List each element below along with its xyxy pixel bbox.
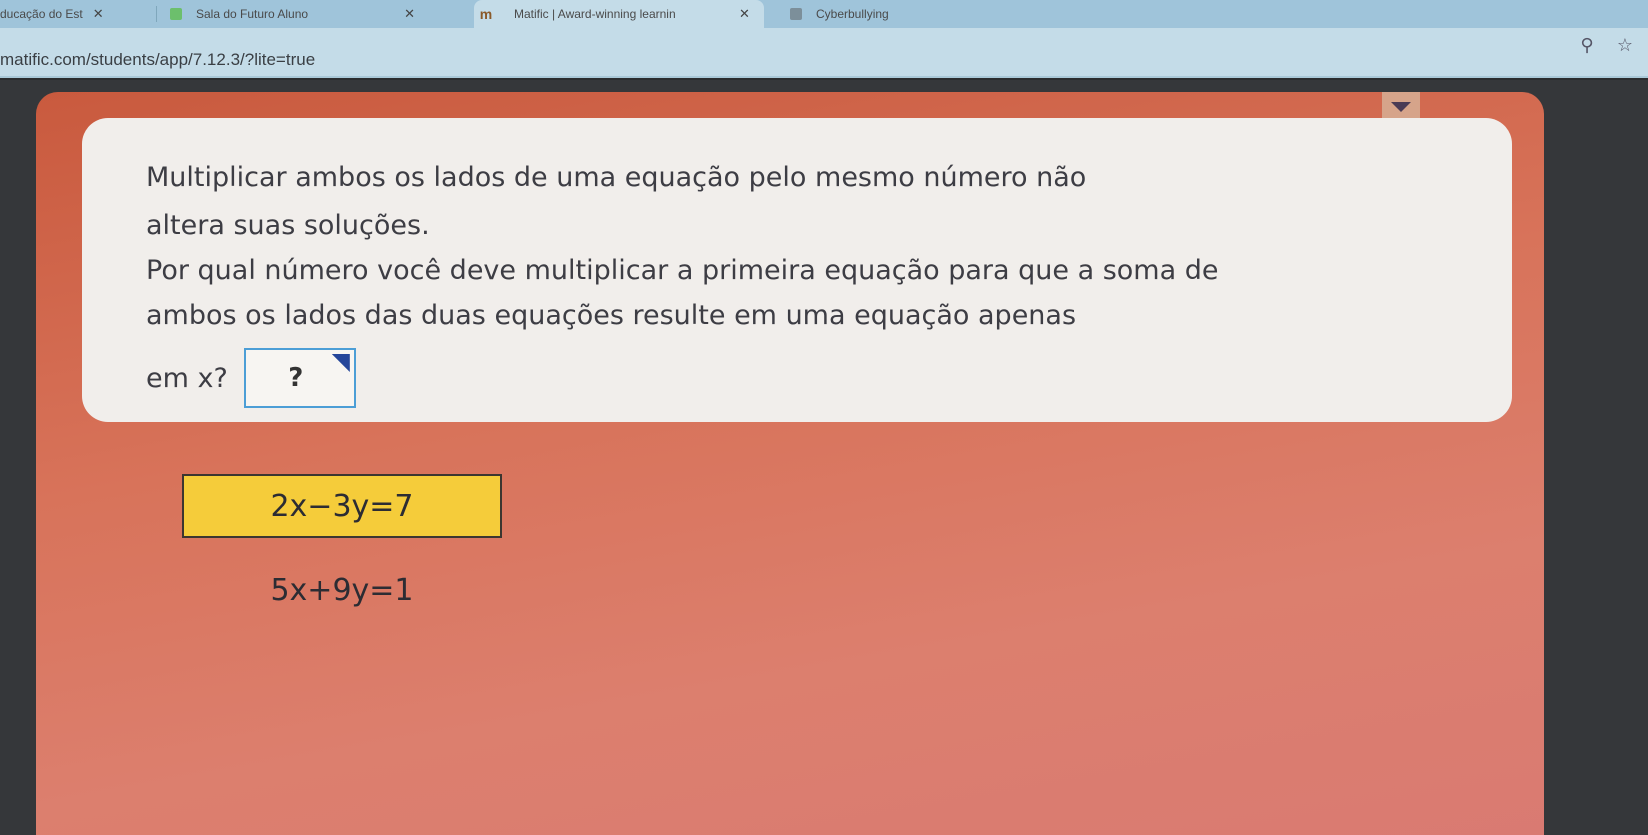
dropdown-corner-icon xyxy=(331,354,350,372)
tab-label: ducação do Est xyxy=(0,7,83,21)
close-icon[interactable]: ✕ xyxy=(93,6,104,22)
answer-dropdown[interactable]: ? xyxy=(243,348,356,408)
browser-tab-bar: ducação do Est ✕ Sala do Futuro Aluno ✕ … xyxy=(0,0,1648,28)
question-line-4: ambos os lados das duas equações resulte… xyxy=(146,300,1077,331)
matific-m-icon: m xyxy=(479,6,493,22)
search-icon[interactable]: ⚲ xyxy=(1576,34,1598,56)
tab-cyberbullying[interactable]: Cyberbullying xyxy=(790,0,960,28)
activity-stage: Multiplicar ambos os lados de uma equaçã… xyxy=(36,92,1544,835)
answer-row: em x? ? xyxy=(146,348,356,408)
answer-prompt: em x? xyxy=(146,362,228,394)
tab-educacao[interactable]: ducação do Est ✕ xyxy=(0,0,150,28)
equation-2: 5x+9y=1 xyxy=(270,572,414,608)
url-field[interactable]: matific.com/students/app/7.12.3/?lite=tr… xyxy=(0,50,315,70)
question-card: Multiplicar ambos os lados de uma equaçã… xyxy=(82,118,1512,422)
question-line-3: Por qual número você deve multiplicar a … xyxy=(146,255,1219,286)
tab-label: Sala do Futuro Aluno xyxy=(196,7,309,21)
close-icon[interactable]: ✕ xyxy=(739,6,750,22)
tab-label: Cyberbullying xyxy=(816,7,889,21)
tab-matific[interactable]: m Matific | Award-winning learnin ✕ xyxy=(474,0,764,28)
page-content: Multiplicar ambos os lados de uma equaçã… xyxy=(0,80,1648,835)
tab-label: Matific | Award-winning learnin xyxy=(514,7,676,21)
equation-1-highlighted: 2x−3y=7 xyxy=(182,474,502,538)
address-bar: matific.com/students/app/7.12.3/?lite=tr… xyxy=(0,28,1648,78)
green-square-icon xyxy=(170,8,182,20)
tab-separator xyxy=(156,6,157,22)
answer-placeholder: ? xyxy=(288,363,304,393)
question-line-2: altera suas soluções. xyxy=(146,210,430,241)
close-icon[interactable]: ✕ xyxy=(404,6,415,22)
star-icon[interactable]: ☆ xyxy=(1614,34,1636,56)
tab-sala-do-futuro[interactable]: Sala do Futuro Aluno ✕ xyxy=(170,0,460,28)
question-line-1: Multiplicar ambos os lados de uma equaçã… xyxy=(146,162,1087,193)
grey-square-icon xyxy=(790,8,802,20)
